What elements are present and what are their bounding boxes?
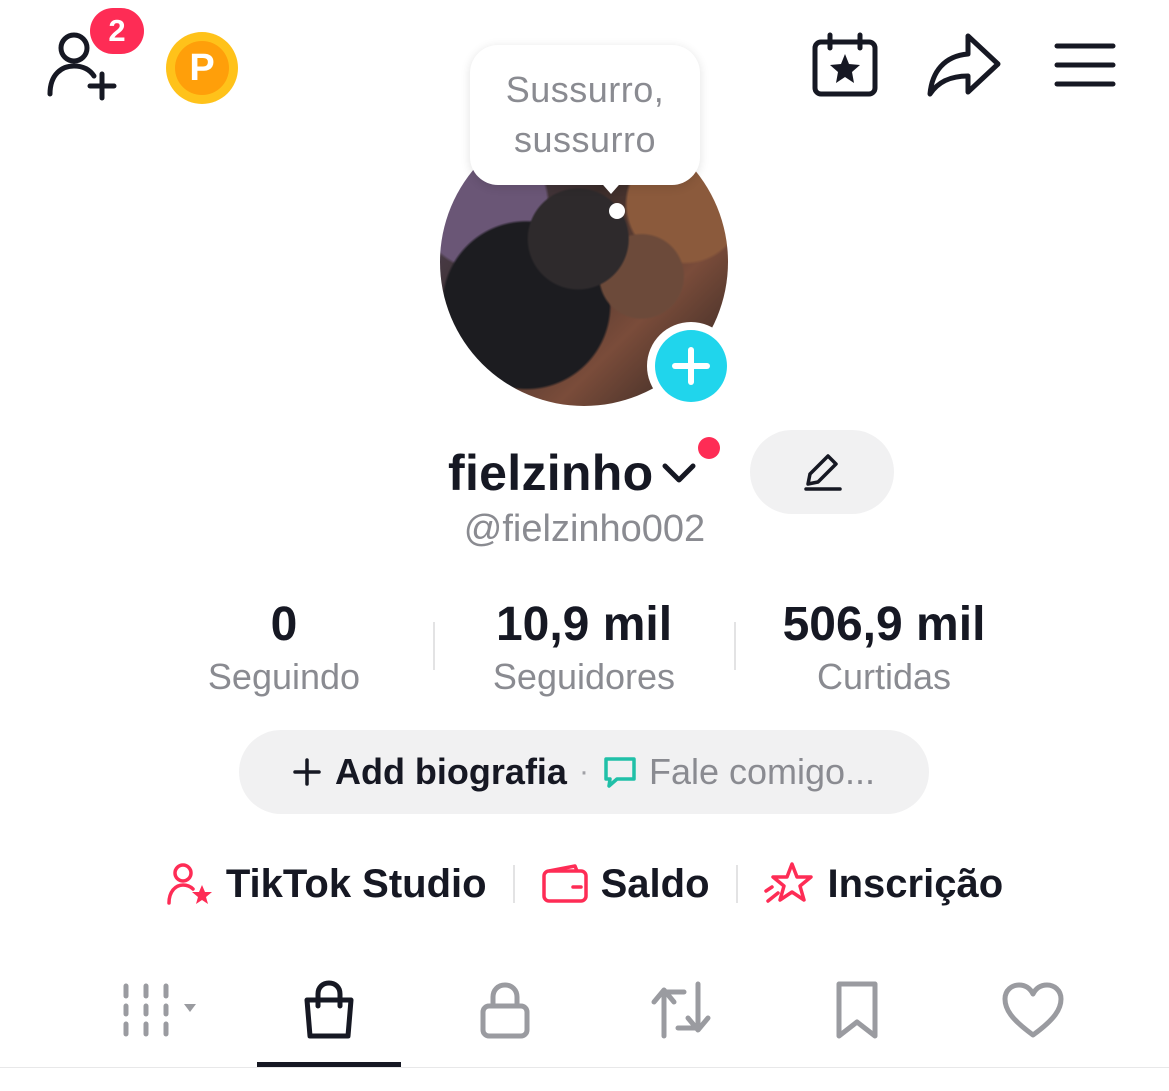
add-bio-button[interactable]: Add biografia	[293, 751, 567, 793]
stat-followers[interactable]: 10,9 mil Seguidores	[434, 596, 734, 700]
display-name: fielzinho	[448, 445, 654, 501]
plus-icon	[655, 330, 727, 402]
share-icon[interactable]	[926, 32, 1002, 98]
link-label: Saldo	[600, 861, 710, 906]
tab-private[interactable]	[435, 970, 575, 1050]
bookmark-icon	[833, 980, 881, 1040]
stat-value: 10,9 mil	[495, 598, 673, 651]
tab-shop[interactable]	[259, 970, 399, 1050]
notification-dot	[698, 437, 720, 459]
avatar-add-button[interactable]	[647, 322, 735, 410]
tab-liked[interactable]	[963, 970, 1103, 1050]
stat-value: 506,9 mil	[782, 598, 986, 651]
divider	[0, 1067, 1169, 1068]
repost-icon	[648, 980, 714, 1040]
stat-following[interactable]: 0 Seguindo	[134, 596, 434, 700]
heart-icon	[1001, 981, 1065, 1039]
wallet-icon	[541, 863, 589, 905]
username-handle: @fielzinho002	[463, 508, 706, 550]
balance-link[interactable]: Saldo	[541, 862, 710, 907]
person-star-icon	[166, 861, 214, 907]
account-switcher[interactable]: fielzinho	[448, 438, 697, 508]
lock-icon	[477, 980, 533, 1040]
divider	[512, 865, 515, 903]
chat-prompt-label: Fale comigo...	[648, 751, 876, 792]
bubble-text-line2: sussurro	[513, 119, 657, 160]
quick-links: TikTok Studio Saldo Inscrição	[0, 852, 1169, 916]
tab-reposts[interactable]	[611, 970, 751, 1050]
subscription-link[interactable]: Inscrição	[763, 861, 1004, 907]
calendar-star-icon[interactable]	[810, 32, 880, 98]
coin-letter: P	[175, 41, 229, 95]
edit-profile-button[interactable]	[750, 430, 894, 514]
divider	[735, 865, 738, 903]
grid-icon	[96, 980, 196, 1040]
tab-videos[interactable]	[76, 970, 216, 1050]
coin-icon[interactable]: P	[166, 32, 238, 104]
stat-value: 0	[270, 598, 298, 651]
bio-bar: Add biografia · Fale comigo...	[239, 730, 929, 814]
stat-label: Curtidas	[816, 656, 952, 697]
add-bio-label: Add biografia	[334, 751, 567, 792]
chevron-down-icon	[661, 461, 697, 485]
status-bubble[interactable]: Sussurro, sussurro	[470, 45, 700, 185]
hamburger-menu-icon[interactable]	[1054, 40, 1116, 90]
stat-likes[interactable]: 506,9 mil Curtidas	[734, 596, 1034, 700]
bubble-tail	[597, 178, 625, 194]
separator-dot: ·	[578, 755, 589, 788]
pencil-icon	[800, 452, 844, 492]
bubble-text-line1: Sussurro,	[505, 69, 665, 110]
bubble-dot	[609, 203, 625, 219]
chat-prompt-button[interactable]: Fale comigo...	[601, 751, 875, 793]
shopping-bag-icon	[299, 978, 359, 1042]
stat-label: Seguidores	[492, 656, 676, 697]
star-badge-icon	[763, 861, 816, 907]
stat-label: Seguindo	[207, 656, 361, 697]
plus-icon	[293, 758, 321, 786]
chat-bubble-icon	[601, 753, 639, 791]
notification-badge: 2	[90, 8, 144, 54]
link-label: TikTok Studio	[225, 861, 487, 906]
tiktok-studio-link[interactable]: TikTok Studio	[166, 861, 487, 907]
tab-saved[interactable]	[787, 970, 927, 1050]
link-label: Inscrição	[827, 861, 1004, 906]
